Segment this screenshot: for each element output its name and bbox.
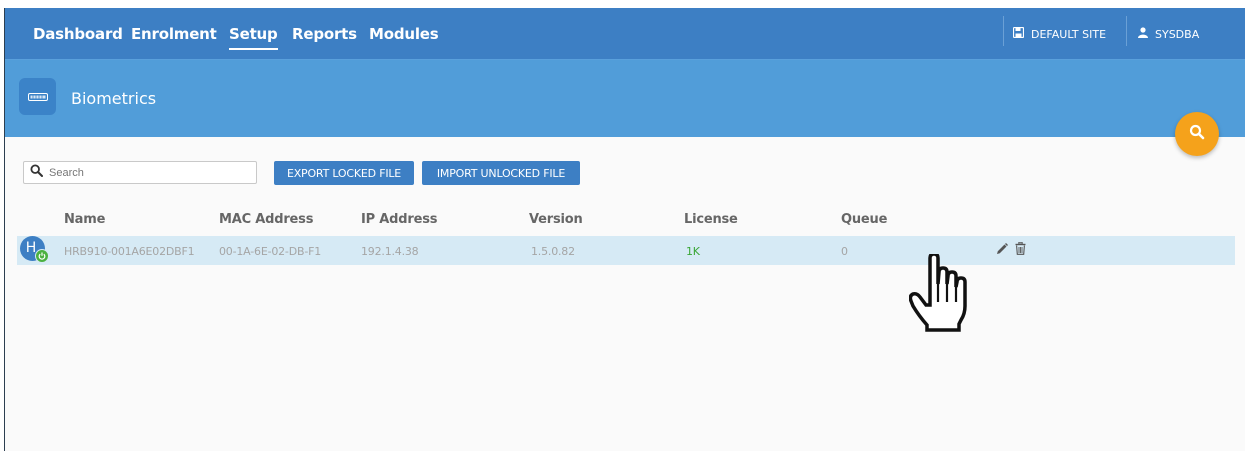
export-locked-file-button[interactable]: EXPORT LOCKED FILE (274, 161, 414, 185)
site-label: DEFAULT SITE (1031, 27, 1107, 41)
cell-name: HRB910-001A6E02DBF1 (64, 245, 195, 258)
nav-setup[interactable]: Setup (229, 25, 278, 50)
app-window: Dashboard Enrolment Setup Reports Module… (4, 8, 1245, 451)
cell-ip: 192.1.4.38 (361, 245, 419, 258)
search-input[interactable] (49, 166, 239, 179)
search-icon (30, 163, 43, 182)
cell-mac: 00-1A-6E-02-DB-F1 (219, 245, 322, 258)
column-header-version[interactable]: Version (529, 212, 583, 227)
user-menu[interactable]: SYSDBA (1138, 27, 1199, 41)
nav-dashboard[interactable]: Dashboard (33, 25, 123, 43)
page-title: Biometrics (71, 89, 157, 108)
trash-icon[interactable] (1015, 241, 1026, 260)
nav-reports[interactable]: Reports (292, 25, 357, 43)
user-icon (1138, 27, 1148, 41)
cell-license: 1K (686, 245, 700, 258)
column-header-ip[interactable]: IP Address (361, 212, 437, 227)
cell-queue: 0 (841, 245, 848, 258)
column-header-queue[interactable]: Queue (841, 212, 887, 227)
column-header-license[interactable]: License (684, 212, 738, 227)
search-field[interactable] (23, 161, 257, 184)
page-header: Biometrics (5, 60, 1245, 137)
hand-pointer-icon (908, 252, 979, 341)
pencil-icon[interactable] (996, 242, 1008, 260)
cell-version: 1.5.0.82 (531, 245, 575, 258)
site-selector[interactable]: DEFAULT SITE (1012, 26, 1107, 41)
table-row[interactable]: H HRB910-001A6E02DBF1 00-1A-6E-02-DB-F1 … (17, 236, 1235, 265)
save-disk-icon (1012, 26, 1025, 41)
nav-enrolment[interactable]: Enrolment (131, 25, 217, 43)
search-fab-button[interactable] (1175, 112, 1219, 156)
biometric-device-icon (19, 78, 56, 115)
column-header-name[interactable]: Name (64, 212, 105, 227)
nav-modules[interactable]: Modules (369, 25, 439, 43)
import-unlocked-file-button[interactable]: IMPORT UNLOCKED FILE (422, 161, 580, 185)
user-label: SYSDBA (1155, 27, 1200, 41)
nav-divider (1003, 16, 1004, 46)
search-icon (1189, 124, 1205, 145)
nav-divider (1126, 16, 1127, 46)
column-header-mac[interactable]: MAC Address (219, 212, 313, 227)
power-status-icon (35, 249, 49, 263)
top-nav: Dashboard Enrolment Setup Reports Module… (5, 8, 1245, 60)
